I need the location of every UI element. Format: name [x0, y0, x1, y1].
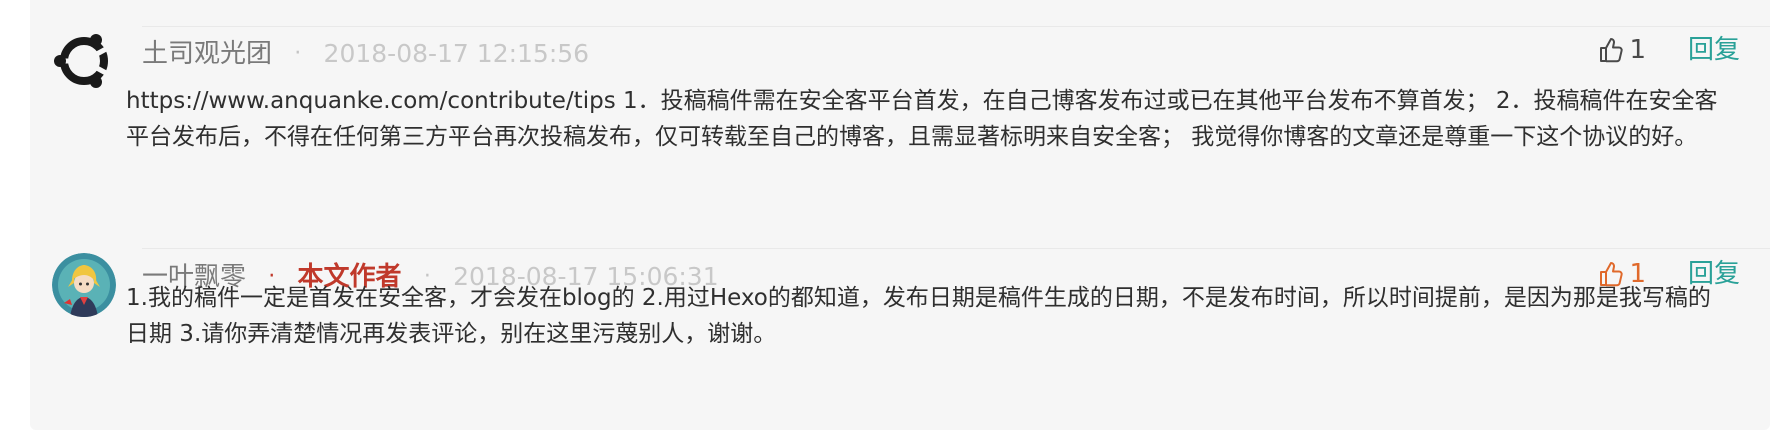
ubuntu-logo-icon	[52, 29, 116, 93]
comment-item: 土司观光团 · 2018-08-17 12:15:56 1 回复 https:/…	[30, 0, 1770, 222]
like-count: 1	[1629, 35, 1646, 65]
like-button[interactable]: 1	[1599, 30, 1646, 70]
thumbs-up-icon	[1600, 38, 1624, 63]
reply-button[interactable]: 回复	[1688, 30, 1740, 70]
comment-actions: 1 回复	[1599, 30, 1740, 70]
comment-divider	[142, 26, 1770, 27]
anime-character-avatar-icon	[52, 253, 116, 317]
comment-divider	[142, 248, 1770, 249]
comment-text: 1.我的稿件一定是首发在安全客，才会发在blog的 2.用过Hexo的都知道，发…	[126, 285, 1711, 347]
timestamp: 2018-08-17 12:15:56	[323, 39, 590, 68]
username[interactable]: 土司观光团	[142, 39, 272, 69]
comment-text: https://www.anquanke.com/contribute/tips…	[126, 88, 1718, 150]
avatar[interactable]	[52, 29, 116, 93]
meta-separator: ·	[294, 41, 302, 66]
avatar[interactable]	[52, 253, 116, 317]
comment-item: 一叶飘零 · 本文作者 · 2018-08-17 15:06:31 1 回复 1…	[30, 222, 1770, 430]
comment-list: 土司观光团 · 2018-08-17 12:15:56 1 回复 https:/…	[30, 0, 1770, 430]
comment-meta: 土司观光团 · 2018-08-17 12:15:56	[142, 34, 589, 74]
